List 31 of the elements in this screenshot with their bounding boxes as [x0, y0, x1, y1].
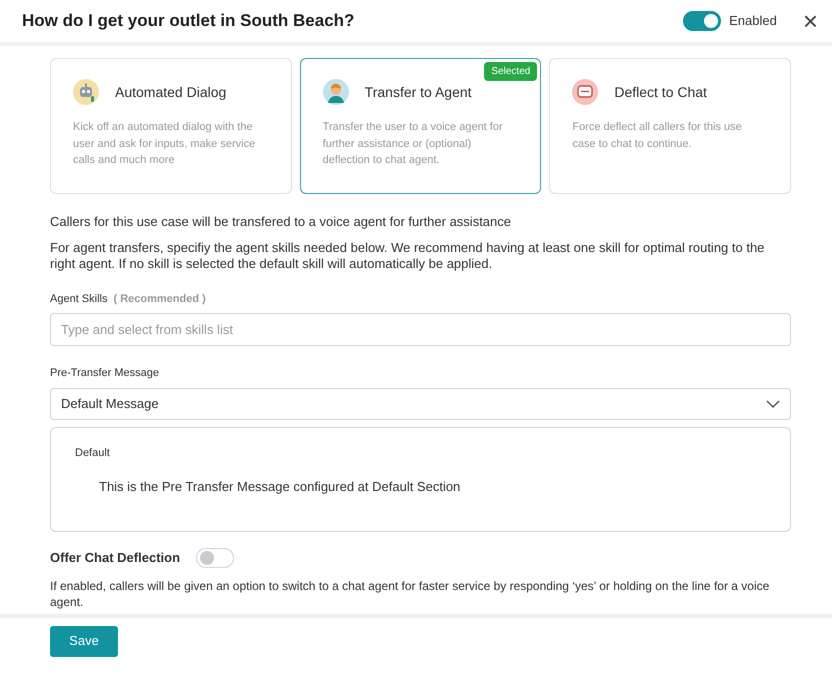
option-title: Deflect to Chat — [614, 82, 707, 102]
dialog-title: How do I get your outlet in South Beach? — [22, 10, 356, 32]
preview-text: This is the Pre Transfer Message configured at Default Section — [99, 478, 460, 496]
option-description: Force deflect all callers for this use case to chat to continue. — [572, 120, 743, 152]
option-card[interactable]: Deflect to Chat Force deflect all callers for this use case to chat to continue. — [549, 58, 792, 194]
chat-icon — [572, 79, 598, 105]
option-card[interactable]: Automated Dialog Kick off an automated dialog with the user and ask for inputs, make service calls and much more — [50, 58, 292, 194]
deflection-label: Offer Chat Deflection — [50, 548, 180, 567]
selected-badge: Selected — [484, 62, 538, 81]
option-description: Kick off an automated dialog with the user and ask for inputs, make service calls and much more — [73, 120, 256, 168]
chevron-down-icon — [766, 400, 780, 408]
preview-title: Default — [75, 446, 110, 460]
skills-input[interactable]: Type and select from skills list — [50, 313, 791, 346]
agent-icon — [322, 79, 349, 105]
save-button[interactable]: Save — [50, 626, 118, 656]
recommended-hint: ( Recommended ) — [113, 292, 206, 304]
option-title: Automated Dialog — [115, 82, 226, 102]
close-button[interactable]: × — [800, 8, 820, 34]
option-card[interactable]: Selected Transfer to Agent Transfer the user to a voice agent for further assistance or (optional) deflection to chat agent. — [300, 58, 542, 194]
field-label: Agent Skills — [50, 292, 108, 304]
toggle-label: Enabled — [729, 12, 777, 30]
option-title: Transfer to Agent — [364, 82, 472, 102]
option-description: Transfer the user to a voice agent for further assistance or (optional) deflection to chat agent. — [322, 120, 504, 168]
deflection-toggle[interactable] — [196, 548, 234, 568]
message-dropdown[interactable]: Default Message — [50, 388, 791, 420]
field-label: Pre-Transfer Message — [50, 367, 160, 379]
help-text: If enabled, callers will be given an option to switch to a chat agent for faster service by responding ‘yes’ or holding on the line for a voice agent. — [50, 578, 770, 610]
note-text: For agent transfers, specifiy the agent skills needed below. We recommend having at least one skill for optimal routing to the right agent. If no skill is selected the default skill will automatically be applied. — [50, 240, 766, 272]
summary-text: Callers for this use case will be transfered to a voice agent for further assistance — [50, 213, 512, 231]
enabled-toggle[interactable] — [683, 11, 722, 31]
robot-icon — [73, 79, 99, 105]
